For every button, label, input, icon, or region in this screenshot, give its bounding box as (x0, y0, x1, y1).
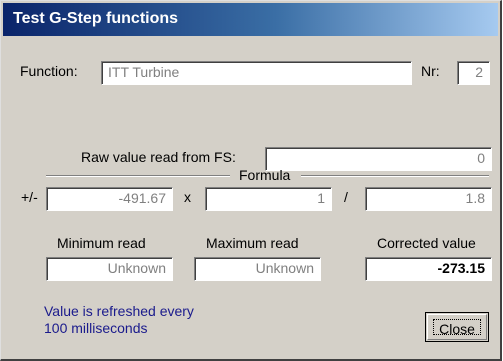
raw-value-field[interactable]: 0 (265, 147, 492, 171)
function-label: Function: (20, 63, 78, 79)
minimum-read-label: Minimum read (57, 235, 146, 251)
multiply-field[interactable]: 1 (205, 187, 332, 211)
title-bar[interactable]: Test G-Step functions (3, 3, 498, 36)
formula-divider-right (301, 175, 489, 177)
refresh-info-line2: 100 milliseconds (44, 320, 148, 336)
close-button-label: Close (433, 319, 481, 337)
maximum-read-label: Maximum read (206, 235, 299, 251)
test-gstep-dialog: Test G-Step functions Function: ITT Turb… (0, 0, 502, 361)
raw-value-label: Raw value read from FS: (81, 149, 236, 165)
offset-field[interactable]: -491.67 (46, 187, 173, 211)
corrected-value-label: Corrected value (377, 235, 476, 251)
divide-symbol: / (344, 189, 348, 205)
window-title: Test G-Step functions (13, 10, 179, 27)
formula-heading: Formula (239, 167, 291, 183)
offset-label: +/- (21, 189, 38, 205)
minimum-read-field[interactable]: Unknown (46, 257, 173, 281)
multiply-symbol: x (184, 189, 191, 205)
corrected-value-field[interactable]: -273.15 (365, 257, 492, 281)
divide-field[interactable]: 1.8 (365, 187, 492, 211)
nr-label: Nr: (421, 63, 440, 79)
formula-divider-left (46, 175, 230, 177)
close-button-bevel: Close (427, 314, 487, 340)
refresh-info-line1: Value is refreshed every (44, 303, 194, 319)
nr-field[interactable]: 2 (457, 61, 490, 85)
close-button[interactable]: Close (425, 312, 489, 342)
maximum-read-field[interactable]: Unknown (194, 257, 321, 281)
function-field[interactable]: ITT Turbine (101, 61, 412, 85)
